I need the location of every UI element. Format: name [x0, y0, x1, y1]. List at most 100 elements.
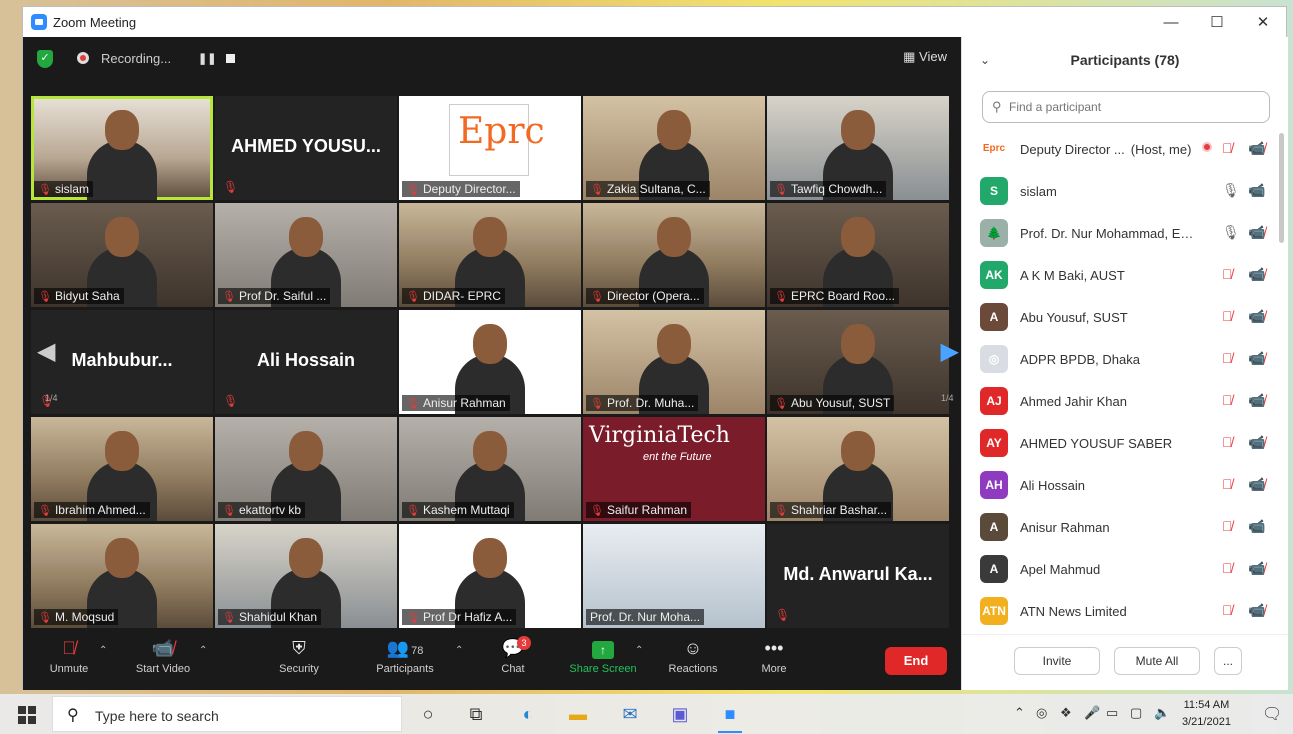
muted-mic-icon[interactable]: 🎙̸ — [1222, 266, 1233, 282]
participant-list-scrollbar[interactable] — [1279, 133, 1284, 243]
tray-app-icon[interactable]: ◎ — [1036, 705, 1047, 721]
participant-row[interactable]: Eprc Deputy Director ... (Host, me) 🎙̸ 📹̸ — [962, 129, 1289, 171]
participant-row[interactable]: A Abu Yousuf, SUST 🎙̸ 📹̸ — [962, 297, 1289, 339]
zoom-taskbar-icon[interactable]: ■ — [716, 700, 744, 733]
muted-mic-icon[interactable]: 🎙̸ — [1222, 392, 1233, 408]
participant-row[interactable]: AK A K M Baki, AUST 🎙̸ 📹̸ — [962, 255, 1289, 297]
close-button[interactable]: ✕ — [1240, 7, 1286, 37]
video-tile[interactable]: 🎙 Tawfiq Chowdh... — [767, 96, 949, 200]
video-off-icon[interactable]: 📹̸ — [1248, 266, 1265, 283]
notification-icon[interactable]: 🗨 — [1262, 704, 1282, 724]
pause-recording-button[interactable]: ❚❚ — [198, 52, 216, 65]
participants-options-caret-icon[interactable]: ⌃ — [455, 645, 463, 656]
mute-all-button[interactable]: Mute All — [1114, 647, 1200, 675]
stop-recording-button[interactable] — [226, 54, 235, 63]
next-page-arrow-icon[interactable]: ▶ — [941, 337, 959, 366]
video-tile[interactable]: 🎙 Shahriar Bashar... — [767, 417, 949, 521]
participant-row[interactable]: ◎ ADPR BPDB, Dhaka 🎙̸ 📹̸ — [962, 339, 1289, 381]
unmute-button[interactable]: 🎙̸ Unmute — [29, 638, 109, 675]
video-tile[interactable]: 🎙 sislam — [31, 96, 213, 200]
edge-browser-icon[interactable]: ◐ — [514, 700, 542, 728]
participant-row[interactable]: Ssislam 🎙 📹 — [962, 171, 1289, 213]
participant-row[interactable]: A Apel Mahmud 🎙̸ 📹̸ — [962, 549, 1289, 591]
recording-status[interactable]: Recording... — [101, 51, 171, 66]
video-off-icon[interactable]: 📹̸ — [1248, 434, 1265, 451]
video-off-icon[interactable]: 📹̸ — [1248, 392, 1265, 409]
file-explorer-icon[interactable]: ▬ — [564, 700, 592, 728]
video-off-icon[interactable]: 📹̸ — [1248, 224, 1265, 241]
participants-button[interactable]: 👥 78 Participants — [365, 638, 445, 675]
participant-row[interactable]: ATN ATN News Limited 🎙̸ 📹̸ — [962, 591, 1289, 633]
muted-mic-icon[interactable]: 🎙̸ — [1222, 476, 1233, 492]
cortana-icon[interactable]: ○ — [414, 700, 442, 728]
minimize-button[interactable]: — — [1148, 7, 1194, 37]
teams-app-icon[interactable]: ▣ — [666, 700, 694, 728]
video-tile[interactable]: AHMED YOUSU... 🎙 — [215, 96, 397, 200]
audio-options-caret-icon[interactable]: ⌃ — [99, 645, 107, 656]
panel-more-button[interactable]: ... — [1214, 647, 1242, 675]
video-tile[interactable]: 🎙 Anisur Rahman — [399, 310, 581, 414]
participant-row[interactable]: AJ Ahmed Jahir Khan 🎙̸ 📹̸ — [962, 381, 1289, 423]
invite-button[interactable]: Invite — [1014, 647, 1100, 675]
maximize-button[interactable]: ☐ — [1194, 7, 1240, 37]
video-tile[interactable]: 🎙 Bidyut Saha — [31, 203, 213, 307]
video-tile[interactable]: 🎙 Director (Opera... — [583, 203, 765, 307]
video-tile[interactable]: 🎙 Abu Yousuf, SUST — [767, 310, 949, 414]
video-off-icon[interactable]: 📹̸ — [1248, 560, 1265, 577]
dropbox-icon[interactable]: ❖ — [1060, 705, 1072, 721]
participant-row[interactable]: AH Ali Hossain 🎙̸ 📹̸ — [962, 465, 1289, 507]
participant-search-input[interactable] — [1009, 98, 1259, 116]
muted-mic-icon[interactable]: 🎙̸ — [1222, 602, 1233, 618]
tray-overflow-chevron-icon[interactable]: ⌃ — [1014, 705, 1025, 721]
video-tile[interactable]: 🎙 Prof Dr Hafiz A... — [399, 524, 581, 628]
start-video-button[interactable]: 📹̸ Start Video — [123, 638, 203, 675]
video-icon[interactable]: 📹 — [1248, 518, 1265, 535]
video-tile[interactable]: 🎙 Shahidul Khan — [215, 524, 397, 628]
taskbar-search-box[interactable]: ⚲ Type here to search — [52, 696, 402, 732]
share-screen-button[interactable]: ↑ Share Screen — [563, 638, 643, 675]
participant-row[interactable]: 🌲 Prof. Dr. Nur Mohammad, EEE C... 🎙 📹̸ — [962, 213, 1289, 255]
muted-mic-icon[interactable]: 🎙̸ — [1222, 350, 1233, 366]
battery-icon[interactable]: ▭ — [1106, 705, 1118, 721]
video-off-icon[interactable]: 📹̸ — [1248, 602, 1265, 619]
mic-icon[interactable]: 🎙 — [1222, 224, 1240, 241]
video-off-icon[interactable]: 📹̸ — [1248, 308, 1265, 325]
encryption-shield-icon[interactable]: ✓ — [37, 50, 53, 68]
muted-mic-icon[interactable]: 🎙̸ — [1222, 140, 1233, 156]
video-tile[interactable]: Md. Anwarul Ka... 🎙 — [767, 524, 949, 628]
microphone-icon[interactable]: 🎤 — [1084, 705, 1100, 721]
task-view-icon[interactable]: ⧉ — [462, 700, 490, 728]
participant-search[interactable]: ⚲ — [982, 91, 1270, 123]
muted-mic-icon[interactable]: 🎙̸ — [1222, 434, 1233, 450]
share-options-caret-icon[interactable]: ⌃ — [635, 645, 643, 656]
video-tile[interactable]: Prof. Dr. Nur Moha... — [583, 524, 765, 628]
muted-mic-icon[interactable]: 🎙̸ — [1222, 308, 1233, 324]
network-icon[interactable]: ▢ — [1130, 705, 1142, 721]
participant-row[interactable]: AY AHMED YOUSUF SABER 🎙̸ 📹̸ — [962, 423, 1289, 465]
video-icon[interactable]: 📹 — [1248, 182, 1265, 199]
video-tile[interactable]: 🎙 Ibrahim Ahmed... — [31, 417, 213, 521]
video-off-icon[interactable]: 📹̸ — [1248, 140, 1265, 157]
taskbar-clock[interactable]: 11:54 AM 3/21/2021 — [1182, 697, 1231, 731]
volume-icon[interactable]: 🔈 — [1154, 705, 1170, 721]
video-tile[interactable]: VirginiaTech ent the Future 🎙 Saifur Rahman — [583, 417, 765, 521]
video-off-icon[interactable]: 📹̸ — [1248, 350, 1265, 367]
windows-start-icon[interactable] — [18, 706, 36, 724]
video-tile[interactable]: 🎙 Prof Dr. Saiful ... — [215, 203, 397, 307]
video-tile[interactable]: Eprc 🎙 Deputy Director... — [399, 96, 581, 200]
video-tile[interactable]: 🎙 Prof. Dr. Muha... — [583, 310, 765, 414]
previous-page-arrow-icon[interactable]: ◀ — [37, 337, 55, 366]
muted-mic-icon[interactable]: 🎙̸ — [1222, 518, 1233, 534]
view-button[interactable]: ▦ View — [903, 49, 947, 65]
video-tile[interactable]: 🎙 ekattortv kb — [215, 417, 397, 521]
video-tile[interactable]: 🎙 DIDAR- EPRC — [399, 203, 581, 307]
mic-icon[interactable]: 🎙 — [1222, 182, 1240, 199]
mail-icon[interactable]: ✉ — [616, 700, 644, 728]
participant-row[interactable]: A Anisur Rahman 🎙̸ 📹 — [962, 507, 1289, 549]
chat-button[interactable]: 💬 3 Chat — [473, 636, 553, 675]
video-off-icon[interactable]: 📹̸ — [1248, 476, 1265, 493]
video-tile[interactable]: 🎙 Zakia Sultana, C... — [583, 96, 765, 200]
video-tile[interactable]: Mahbubur... 🎙 — [31, 310, 213, 414]
more-button[interactable]: ••• More — [734, 638, 814, 675]
video-tile[interactable]: Ali Hossain 🎙 — [215, 310, 397, 414]
